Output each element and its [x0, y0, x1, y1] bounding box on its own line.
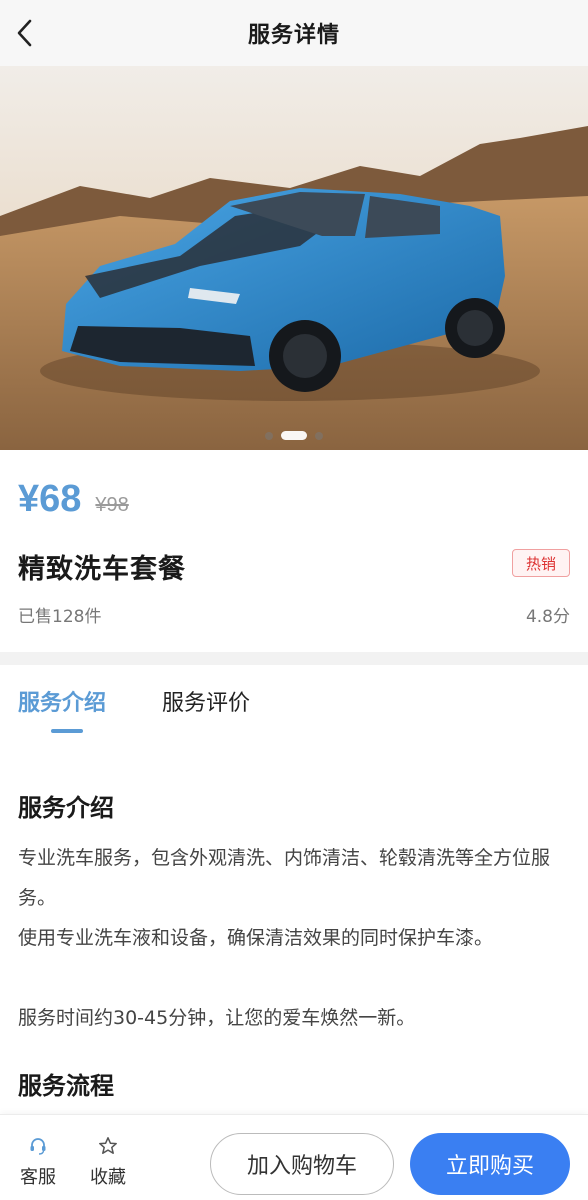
section-divider — [0, 652, 588, 665]
tab-service-reviews[interactable]: 服务评价 — [162, 685, 250, 717]
favorite-button[interactable]: 收藏 — [78, 1135, 138, 1189]
intro-paragraph-2: 使用专业洗车液和设备，确保清洁效果的同时保护车漆。 — [18, 927, 494, 949]
original-price: ¥98 — [95, 494, 129, 516]
customer-service-label: 客服 — [20, 1167, 56, 1188]
product-image-carousel[interactable] — [0, 66, 588, 450]
carousel-dot[interactable] — [315, 431, 323, 440]
favorite-label: 收藏 — [90, 1167, 126, 1188]
intro-section-title: 服务介绍 — [18, 794, 114, 822]
top-nav-bar: 服务详情 — [0, 0, 588, 66]
bottom-action-bar: 客服 收藏 加入购物车 立即购买 — [0, 1114, 588, 1200]
active-tab-indicator — [51, 729, 83, 733]
sold-count: 已售128件 — [18, 607, 102, 627]
tab-service-intro[interactable]: 服务介绍 — [18, 685, 106, 717]
price-row: ¥68 ¥98 — [18, 478, 129, 521]
carousel-dot[interactable] — [265, 431, 273, 440]
star-icon — [97, 1135, 119, 1157]
add-to-cart-button[interactable]: 加入购物车 — [210, 1133, 394, 1195]
headset-icon — [27, 1135, 49, 1157]
product-info-card: ¥68 ¥98 精致洗车套餐 热销 已售128件 4.8分 — [0, 450, 588, 652]
carousel-indicator — [0, 431, 588, 440]
buy-now-button[interactable]: 立即购买 — [410, 1133, 570, 1195]
intro-paragraph-3: 服务时间约30-45分钟，让您的爱车焕然一新。 — [18, 1007, 416, 1029]
rating-score: 4.8分 — [525, 607, 570, 627]
intro-paragraph-1: 专业洗车服务，包含外观清洗、内饰清洁、轮毂清洗等全方位服务。 — [18, 847, 551, 909]
hot-sale-badge: 热销 — [512, 549, 570, 577]
detail-tabs: 服务介绍 服务评价 — [0, 665, 588, 745]
back-button[interactable] — [10, 17, 38, 49]
customer-service-button[interactable]: 客服 — [8, 1135, 68, 1189]
page-title: 服务详情 — [247, 23, 340, 48]
process-section-title: 服务流程 — [18, 1072, 114, 1100]
car-photo — [0, 66, 588, 450]
current-price: ¥68 — [18, 478, 82, 520]
carousel-dot-active[interactable] — [281, 431, 307, 440]
chevron-left-icon — [17, 19, 32, 47]
service-name: 精致洗车套餐 — [18, 554, 186, 585]
